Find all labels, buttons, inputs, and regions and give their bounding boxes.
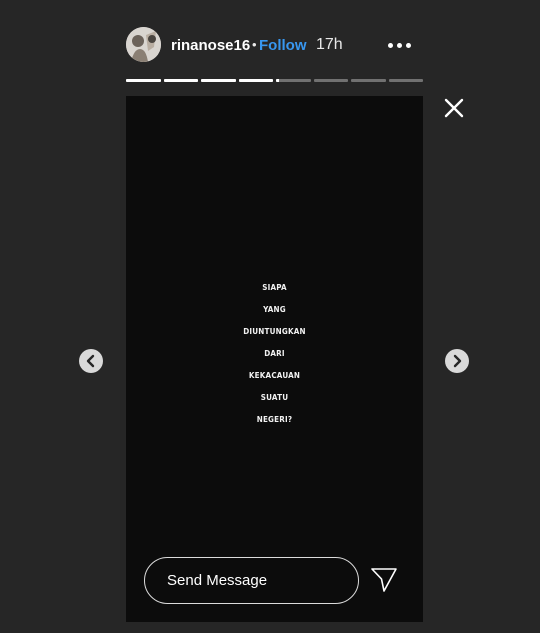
story-line: YANG bbox=[263, 305, 286, 314]
close-icon[interactable] bbox=[444, 98, 464, 118]
timestamp: 17h bbox=[316, 36, 343, 53]
story-header: rinanose16 • Follow 17h bbox=[126, 27, 423, 63]
progress-segment bbox=[313, 79, 348, 82]
send-icon[interactable] bbox=[370, 566, 398, 594]
story-text: SIAPA YANG DIUNTUNGKAN DARI KEKACAUAN SUATU NE… bbox=[126, 282, 423, 436]
progress-segment bbox=[276, 79, 311, 82]
story-line: SIAPA bbox=[262, 283, 287, 292]
progress-segment bbox=[201, 79, 236, 82]
progress-segment bbox=[238, 79, 273, 82]
story-line: NEGERI? bbox=[256, 415, 293, 424]
progress-segment bbox=[351, 79, 386, 82]
progress-segment bbox=[163, 79, 198, 82]
chevron-right-icon bbox=[453, 354, 462, 368]
avatar[interactable] bbox=[126, 27, 161, 62]
progress-segment bbox=[126, 79, 161, 82]
story-content[interactable]: SIAPA YANG DIUNTUNGKAN DARI KEKACAUAN SUATU NE… bbox=[126, 96, 423, 622]
separator-dot: • bbox=[252, 37, 257, 52]
follow-button[interactable]: Follow bbox=[259, 37, 307, 54]
progress-segment bbox=[388, 79, 423, 82]
story-line: KEKACAUAN bbox=[248, 371, 301, 380]
story-line: DIUNTUNGKAN bbox=[243, 327, 306, 336]
send-message-input[interactable]: Send Message bbox=[144, 557, 359, 604]
more-options-icon[interactable] bbox=[388, 35, 414, 55]
previous-story-button[interactable] bbox=[79, 349, 103, 373]
avatar-photo bbox=[126, 27, 161, 62]
next-story-button[interactable] bbox=[445, 349, 469, 373]
story-progress-bar bbox=[126, 79, 423, 82]
story-line: SUATU bbox=[260, 393, 289, 402]
story-line: DARI bbox=[264, 349, 285, 358]
chevron-left-icon bbox=[86, 354, 95, 368]
username[interactable]: rinanose16 bbox=[171, 37, 250, 54]
